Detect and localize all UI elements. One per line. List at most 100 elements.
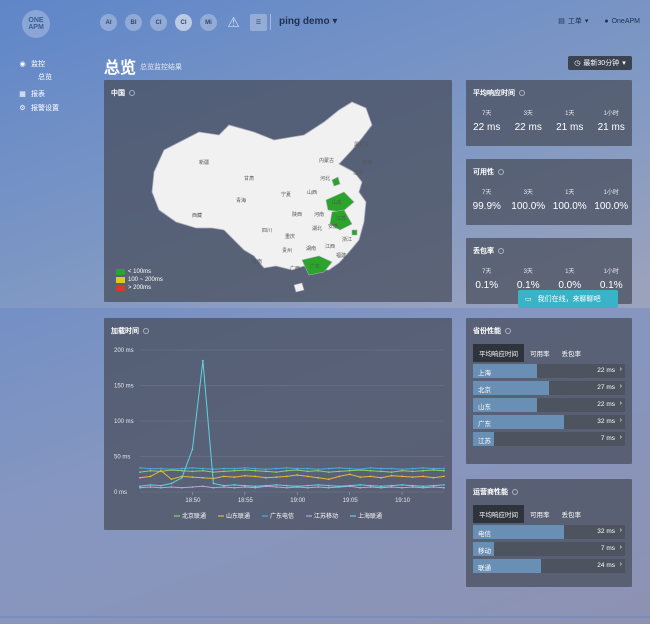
series-point (432, 476, 435, 479)
series-point (222, 484, 225, 487)
chevron-down-icon: ▾ (622, 60, 626, 67)
info-icon[interactable] (505, 328, 511, 334)
carrier-bars: 电信 32 ms › 移动 7 ms › 联通 24 ms › (473, 525, 625, 576)
chevron-right-icon: › (619, 527, 622, 534)
series-point (348, 467, 351, 470)
series-point (306, 475, 309, 478)
tab-packet-loss[interactable]: 丢包率 (556, 505, 588, 523)
sidebar-item-report[interactable]: ▦ 报表 (18, 88, 88, 100)
sidebar-item-overview[interactable]: 总览 (18, 72, 88, 84)
eye-icon: ◉ (19, 61, 26, 68)
perf-tabs: 平均响应时间 可用率 丢包率 (473, 505, 587, 523)
time-range-button[interactable]: ◷ 最新30分钟 ▾ (568, 56, 632, 70)
map-label: 广西 (290, 265, 300, 272)
map-label: 广东 (310, 263, 320, 270)
tab-packet-loss[interactable]: 丢包率 (556, 344, 588, 362)
stat-value: 22 ms (473, 122, 501, 133)
perf-bar-row[interactable]: 广东 32 ms › (473, 415, 625, 429)
series-point (149, 475, 152, 478)
stat-label: 1小时 (603, 111, 619, 117)
map-label: 浙江 (342, 236, 352, 243)
perf-bar-row[interactable]: 移动 7 ms › (473, 542, 625, 556)
series-point (212, 482, 215, 485)
perf-bar-row[interactable]: 山东 22 ms › (473, 398, 625, 412)
series-point (285, 466, 288, 469)
series-point (254, 475, 257, 478)
series-point (212, 468, 215, 471)
series-point (139, 476, 141, 479)
perf-bar-name: 电信 (478, 531, 491, 538)
stat-label: 1天 (565, 190, 575, 196)
map-label: 陕西 (292, 211, 302, 218)
user-icon: ● (604, 17, 609, 25)
tab-availability[interactable]: 可用率 (524, 505, 556, 523)
series-point (327, 486, 330, 489)
series-point (275, 484, 278, 486)
workorder-menu[interactable]: ▤ 工单 ▾ (558, 16, 588, 26)
series-point (327, 478, 330, 481)
chat-button[interactable]: ▭ 我们在线，来聊聊吧 (518, 290, 618, 308)
series-point (327, 471, 330, 474)
series-point (369, 484, 372, 487)
legend-label: 北京联通 (182, 512, 206, 520)
series-point (233, 484, 236, 486)
series-point (327, 467, 330, 470)
load-time-panel: 加载时间 0 ms 50 ms 100 ms 150 ms 200 ms 18:50 18:… (104, 318, 452, 530)
stat-col: 1小时 100.0% (591, 187, 633, 212)
stat-label: 3天 (523, 111, 533, 117)
perf-bar-value: 32 ms (597, 528, 615, 535)
stat-title: 可用性 (473, 169, 494, 176)
tab-avg-response[interactable]: 平均响应时间 (473, 505, 524, 523)
oneapm-logo[interactable]: ONE APM (22, 10, 50, 38)
perf-bar-row[interactable]: 北京 27 ms › (473, 381, 625, 395)
map-label: 河南 (314, 211, 324, 218)
sidebar-item-alarm[interactable]: ⚙ 报警设置 (18, 102, 88, 114)
mi-icon[interactable]: Mi (200, 14, 217, 31)
info-icon[interactable] (519, 90, 525, 96)
sidebar-item-monitor[interactable]: ◉ 监控 (18, 58, 88, 70)
series-point (411, 476, 414, 478)
region-hainan (293, 282, 305, 293)
app-selector[interactable]: ping demo ▾ (279, 16, 337, 27)
perf-bar-value: 24 ms (597, 562, 615, 569)
panel-title: 运营商性能 (473, 487, 518, 497)
info-icon[interactable] (498, 169, 504, 175)
info-icon[interactable] (498, 248, 504, 254)
perf-bar-row[interactable]: 电信 32 ms › (473, 525, 625, 539)
series-point (390, 467, 393, 470)
bi-icon[interactable]: BI (125, 14, 142, 31)
series-point (181, 469, 183, 472)
series-point (160, 467, 162, 470)
series-point (306, 486, 309, 489)
series-point (390, 471, 393, 474)
availability-panel: 可用性 7天 99.9% 3天 100.0% 1天 100.0% 1小时 100.0% (466, 159, 632, 225)
workorder-label: 工单 (567, 18, 582, 25)
perf-bar-row[interactable]: 上海 22 ms › (473, 364, 625, 378)
stat-columns: 7天 99.9% 3天 100.0% 1天 100.0% 1小时 100.0% (466, 187, 632, 212)
stat-label: 1天 (565, 269, 575, 275)
series-point (149, 467, 152, 470)
tab-availability[interactable]: 可用率 (524, 344, 556, 362)
series-point (369, 475, 372, 478)
tab-avg-response[interactable]: 平均响应时间 (473, 344, 524, 362)
cloud-icon[interactable]: Cl (175, 14, 192, 31)
series-point (443, 469, 445, 472)
ai-icon[interactable]: AI (100, 14, 117, 31)
ci-icon[interactable]: CI (150, 14, 167, 31)
series-line (139, 469, 445, 473)
series-point (338, 475, 341, 478)
footer-band (0, 616, 650, 624)
perf-bar-row[interactable]: 江苏 7 ms › (473, 432, 625, 446)
series-point (275, 467, 278, 470)
header-right: ▤ 工单 ▾ ● OneAPM (558, 16, 640, 26)
user-menu[interactable]: ● OneAPM (604, 16, 640, 26)
top-header: ONE APM AI BI CI Cl Mi ⚠ ☰ ping demo ▾ ▤… (0, 0, 650, 44)
y-tick-label: 50 ms (114, 455, 130, 461)
info-icon[interactable] (512, 489, 518, 495)
legend-label: 山东联通 (226, 512, 250, 520)
perf-bar-row[interactable]: 联通 24 ms › (473, 559, 625, 573)
alert-icon[interactable]: ⚠ (225, 14, 242, 31)
series-point (390, 474, 393, 477)
x-tick-label: 18:50 (185, 498, 201, 504)
list-icon[interactable]: ☰ (250, 14, 267, 31)
